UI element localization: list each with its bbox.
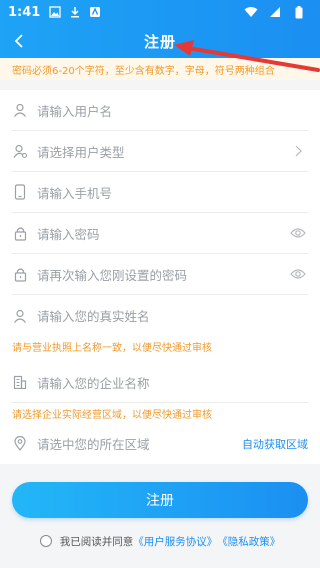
name-hint: 请与营业执照上名称一致，以便尽快通过审核 xyxy=(12,342,212,354)
building-icon xyxy=(12,374,28,390)
real-name-field[interactable]: 请输入您的真实姓名 xyxy=(12,295,308,336)
password-rule-notice: 密码必须6-20个字符，至少含有数字，字母，符号两种组合 xyxy=(0,58,320,80)
battery-icon xyxy=(292,5,306,19)
phone-field[interactable]: 请输入手机号 xyxy=(12,172,308,213)
password-input[interactable]: 请输入密码 xyxy=(37,224,100,243)
region-select[interactable]: 请选中您的所在区域 xyxy=(37,434,150,453)
eye-icon[interactable] xyxy=(290,266,306,282)
auto-region-link[interactable]: 自动获取区域 xyxy=(242,436,308,452)
register-form: 请输入用户名 请选择用户类型 请输入手机号 请输入密码 请再次输入您刚设置的密码 xyxy=(0,90,320,464)
user-settings-icon xyxy=(12,143,28,159)
password-confirm-field[interactable]: 请再次输入您刚设置的密码 xyxy=(12,254,308,295)
app-notification-icon xyxy=(88,5,102,19)
service-agreement-link[interactable]: 《用户服务协议》 xyxy=(133,534,217,549)
signal-icon xyxy=(268,5,282,19)
status-time: 1:41 xyxy=(8,4,41,20)
user-icon xyxy=(12,308,28,324)
chevron-right-icon xyxy=(290,143,306,159)
agreement-prefix: 我已阅读并同意 xyxy=(59,535,134,548)
image-icon xyxy=(48,5,62,19)
privacy-policy-link[interactable]: 《隐私政策》 xyxy=(217,534,280,549)
company-field[interactable]: 请输入您的企业名称 xyxy=(12,362,308,403)
eye-icon[interactable] xyxy=(290,225,306,241)
download-icon xyxy=(68,5,82,19)
company-input[interactable]: 请输入您的企业名称 xyxy=(37,373,150,392)
username-field[interactable]: 请输入用户名 xyxy=(12,90,308,131)
nav-bar: 注册 xyxy=(0,24,320,58)
real-name-input[interactable]: 请输入您的真实姓名 xyxy=(37,306,150,325)
agreement: 我已阅读并同意 《用户服务协议》 《隐私政策》 xyxy=(0,532,320,550)
region-field[interactable]: 请选中您的所在区域 自动获取区域 xyxy=(12,423,308,464)
chevron-left-icon xyxy=(14,34,23,48)
username-input[interactable]: 请输入用户名 xyxy=(37,101,112,120)
user-icon xyxy=(12,102,28,118)
agree-radio[interactable] xyxy=(39,535,52,547)
lock-icon xyxy=(12,266,28,282)
password-confirm-input[interactable]: 请再次输入您刚设置的密码 xyxy=(37,265,187,284)
location-pin-icon xyxy=(12,436,28,452)
phone-icon xyxy=(12,184,28,200)
user-type-field[interactable]: 请选择用户类型 xyxy=(12,131,308,172)
user-type-select[interactable]: 请选择用户类型 xyxy=(37,142,125,161)
back-button[interactable] xyxy=(8,30,30,52)
wifi-icon xyxy=(244,5,258,19)
region-hint: 请选择企业实际经营区域，以便尽快通过审核 xyxy=(12,409,212,421)
register-button[interactable]: 注册 xyxy=(12,482,308,518)
phone-input[interactable]: 请输入手机号 xyxy=(37,183,112,202)
password-field[interactable]: 请输入密码 xyxy=(12,213,308,254)
lock-icon xyxy=(12,225,28,241)
status-bar: 1:41 xyxy=(0,0,320,24)
page-title: 注册 xyxy=(143,32,176,51)
